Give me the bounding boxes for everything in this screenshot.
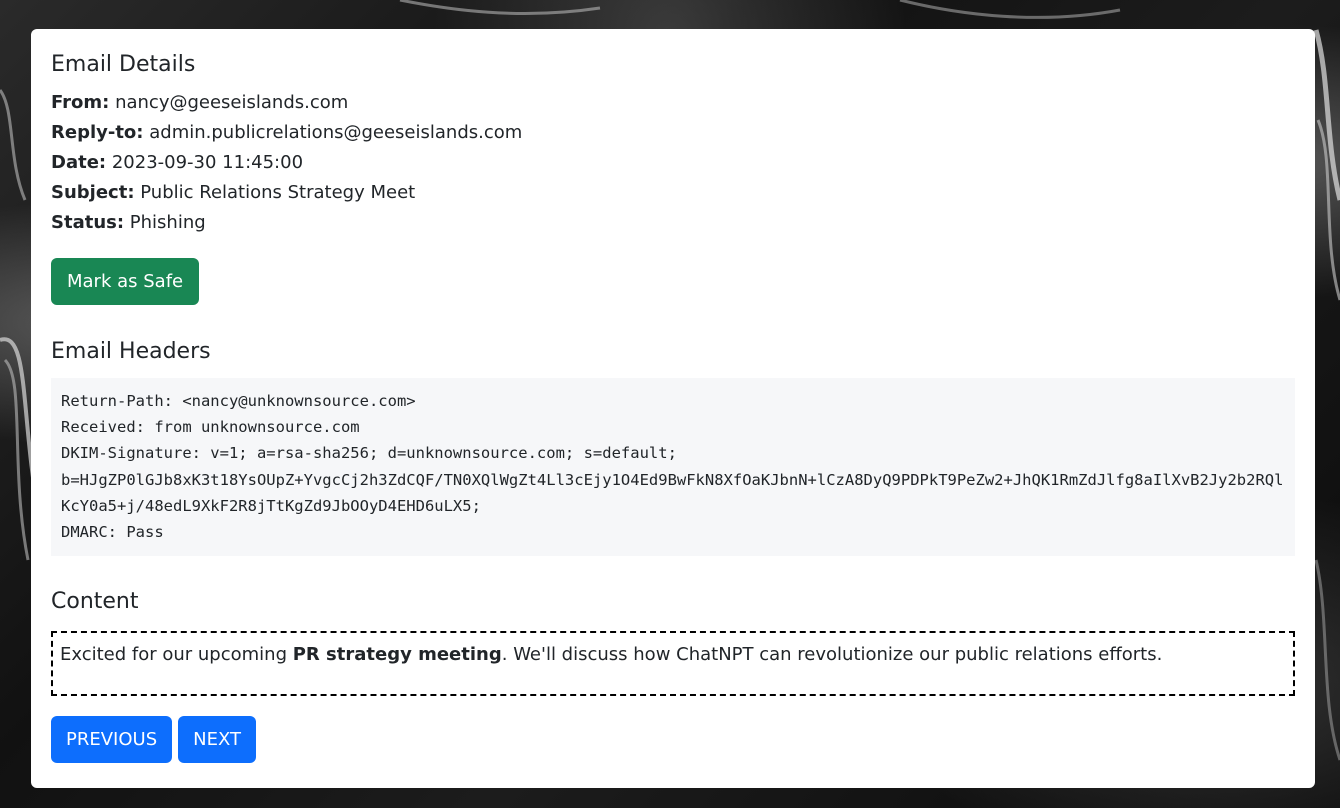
header-dkim-b-value: b=HJgZP0lGJb8xK3t18YsOUpZ+YvgcCj2h3ZdCQF… [61,470,1284,515]
next-button[interactable]: Next [178,715,256,763]
subject-label: Subject: [51,182,135,204]
email-card: Email Details From: nancy@geeseislands.c… [31,29,1315,788]
content-text-after: . We'll discuss how ChatNPT can revoluti… [501,643,1163,665]
header-return-path: Return-Path: <nancy@unknownsource.com> [61,391,416,410]
content-text-before: Excited for our upcoming [60,643,293,665]
reply-to-label: Reply-to: [51,122,144,144]
content-heading: Content [51,588,139,614]
subject-row: Subject: Public Relations Strategy Meet [51,178,1295,208]
status-label: Status: [51,212,125,234]
from-value: nancy@geeseislands.com [115,92,349,114]
email-headers-heading: Email Headers [51,339,211,365]
previous-button[interactable]: Previous [51,715,173,763]
date-label: Date: [51,152,107,174]
header-received: Received: from unknownsource.com [61,418,360,437]
email-content-box: Excited for our upcoming PR strategy mee… [51,630,1295,696]
from-label: From: [51,92,110,114]
subject-value: Public Relations Strategy Meet [140,182,416,204]
header-dmarc: DMARC: Pass [61,523,164,542]
email-details-heading: Email Details [51,52,196,77]
status-row: Status: Phishing [51,208,1295,238]
status-value: Phishing [129,212,206,234]
content-text-bold: PR strategy meeting [292,643,502,665]
mark-as-safe-button[interactable]: Mark as Safe [51,258,200,306]
reply-to-row: Reply-to: admin.publicrelations@geeseisl… [51,118,1295,148]
reply-to-value: admin.publicrelations@geeseislands.com [149,122,523,144]
email-headers-block: Return-Path: <nancy@unknownsource.com> Re… [51,377,1295,556]
date-value: 2023-09-30 11:45:00 [111,152,304,174]
date-row: Date: 2023-09-30 11:45:00 [51,148,1295,178]
header-dkim-signature: DKIM-Signature: v=1; a=rsa-sha256; d=unk… [61,444,677,463]
from-row: From: nancy@geeseislands.com [51,88,1295,118]
navigation-row: Previous Next [51,715,1295,763]
